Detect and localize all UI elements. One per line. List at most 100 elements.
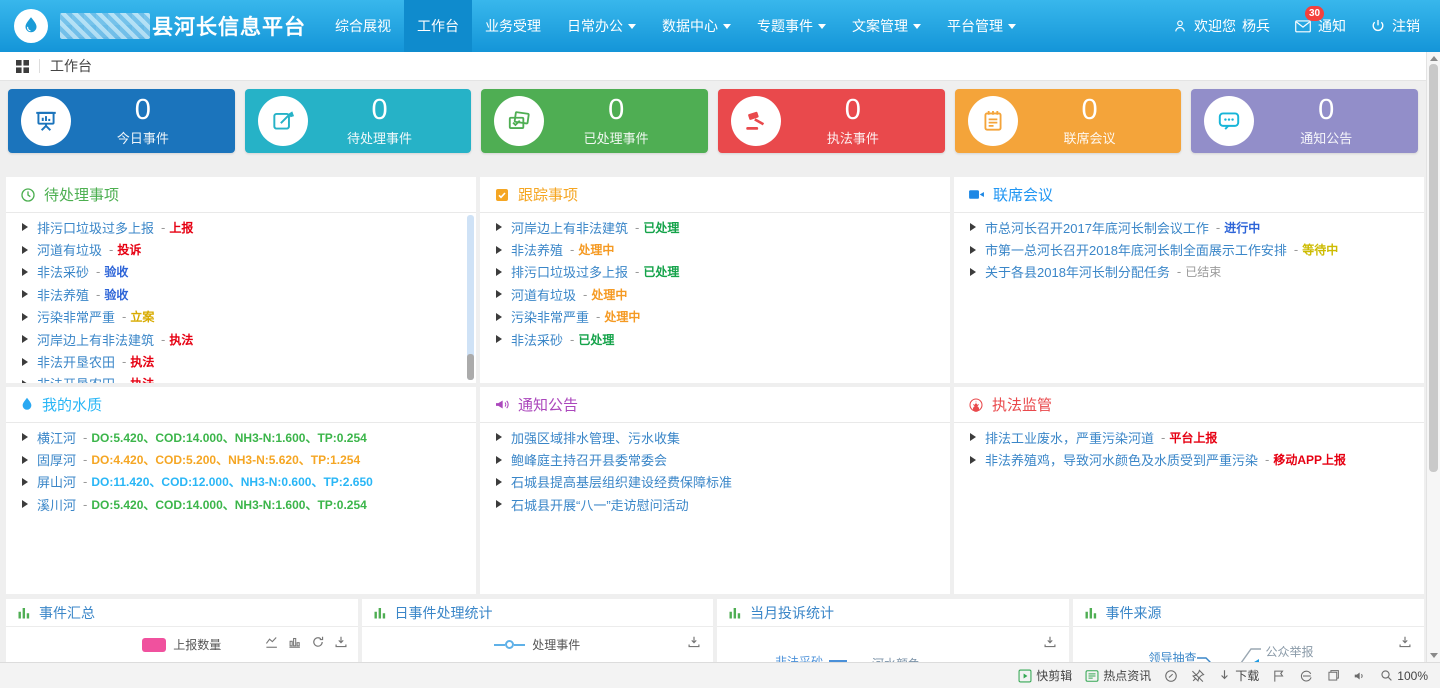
report-flag-icon[interactable] [1272, 669, 1286, 683]
scrollbar-thumb[interactable] [1429, 64, 1438, 472]
caret-right-icon [22, 433, 28, 441]
browser-tool-circle-icon[interactable] [1164, 669, 1178, 683]
water-item[interactable]: 横江河-DO:5.420、COD:14.000、NH3-N:1.600、TP:0… [22, 426, 460, 448]
download-manager-button[interactable]: 下载 [1218, 667, 1259, 684]
caret-right-icon [496, 313, 502, 321]
user-icon [1172, 18, 1188, 34]
chart-title: 事件汇总 [39, 603, 95, 623]
caret-right-icon [970, 246, 976, 254]
caret-down-icon [818, 24, 826, 29]
chart-monthly-complaints: 当月投诉统计 非法采砂 河水颜色 [717, 599, 1069, 662]
pending-item[interactable]: 河岸边上有非法建筑-执法 [22, 328, 460, 350]
card-today-events[interactable]: 0 今日事件 [8, 89, 235, 153]
nav-item-data-center[interactable]: 数据中心 [649, 0, 744, 52]
caret-right-icon [22, 268, 28, 276]
page-scrollbar[interactable] [1426, 52, 1440, 662]
download-icon[interactable] [687, 635, 701, 649]
pending-item[interactable]: 非法开垦农田-执法 [22, 350, 460, 372]
nav-item-special-events[interactable]: 专题事件 [744, 0, 839, 52]
platform-title: 县河长信息平台 [152, 11, 306, 41]
caret-right-icon [496, 246, 502, 254]
pending-item[interactable]: 排污口垃圾过多上报-上报 [22, 216, 460, 238]
pending-item[interactable]: 河道有垃圾-投诉 [22, 238, 460, 260]
card-notices[interactable]: 0 通知公告 [1191, 89, 1418, 153]
window-restore-icon[interactable] [1327, 669, 1340, 682]
nav-item-document-mgmt[interactable]: 文案管理 [839, 0, 934, 52]
username: 杨兵 [1242, 16, 1270, 36]
card-value: 0 [1018, 95, 1162, 125]
tracking-item[interactable]: 河道有垃圾-处理中 [496, 283, 934, 305]
panel-joint-meetings: 联席会议 市总河长召开2017年底河长制会议工作-进行中 市第一总河长召开201… [954, 177, 1424, 383]
water-item[interactable]: 固厚河-DO:4.420、COD:5.200、NH3-N:5.620、TP:1.… [22, 448, 460, 470]
chart-title: 日事件处理统计 [395, 603, 493, 623]
caret-right-icon [970, 456, 976, 464]
card-joint-meetings[interactable]: 0 联席会议 [955, 89, 1182, 153]
pending-item[interactable]: 非法养殖-验收 [22, 283, 460, 305]
nav-item-platform-mgmt[interactable]: 平台管理 [934, 0, 1029, 52]
pending-item[interactable]: 非法开垦农田-执法 [22, 373, 460, 383]
enforcement-item[interactable]: 排法工业废水，严重污染河道-平台上报 [970, 426, 1408, 448]
meeting-item[interactable]: 市总河长召开2017年底河长制会议工作-进行中 [970, 216, 1408, 238]
nav-item-workbench[interactable]: 工作台 [404, 0, 472, 52]
caret-right-icon [22, 380, 28, 383]
tracking-item[interactable]: 污染非常严重-处理中 [496, 306, 934, 328]
gavel-icon [731, 96, 781, 146]
card-enforcement-events[interactable]: 0 执法事件 [718, 89, 945, 153]
notice-item[interactable]: 石城县提高基层组织建设经费保障标准 [496, 471, 934, 493]
pending-item[interactable]: 污染非常严重-立案 [22, 306, 460, 328]
water-item[interactable]: 屏山河-DO:11.420、COD:12.000、NH3-N:0.600、TP:… [22, 471, 460, 493]
caret-right-icon [496, 268, 502, 276]
ie-compat-mode-icon[interactable] [1299, 669, 1314, 683]
nav-item-overview[interactable]: 综合展视 [322, 0, 404, 52]
scroll-down-arrow[interactable] [1430, 653, 1438, 658]
scroll-up-arrow[interactable] [1430, 56, 1438, 61]
cards-check-icon [494, 96, 544, 146]
bar-chart-toggle-icon[interactable] [288, 635, 302, 649]
quick-editor-button[interactable]: 快剪辑 [1018, 667, 1072, 684]
volume-icon[interactable] [1353, 669, 1367, 683]
notifications-button[interactable]: 30 通知 [1294, 16, 1346, 36]
legend-label: 处理事件 [532, 636, 580, 653]
panel-notices: 通知公告 加强区域排水管理、污水收集 鲍峰庭主持召开县委常委会 石城县提高基层组… [480, 387, 950, 594]
card-processed-events[interactable]: 0 已处理事件 [481, 89, 708, 153]
tracking-item[interactable]: 非法养殖-处理中 [496, 238, 934, 260]
user-welcome[interactable]: 欢迎您 杨兵 [1172, 16, 1270, 36]
play-square-icon [1018, 669, 1032, 683]
tracking-item[interactable]: 排污口垃圾过多上报-已处理 [496, 261, 934, 283]
logout-button[interactable]: 注销 [1370, 16, 1420, 36]
caret-right-icon [496, 456, 502, 464]
notice-item[interactable]: 加强区域排水管理、污水收集 [496, 426, 934, 448]
stat-cards-row: 0 今日事件 0 待处理事件 0 已处理事件 [8, 89, 1418, 153]
panel-law-enforcement: 执法监管 排法工业废水，严重污染河道-平台上报 非法养殖鸡，导致河水颜色及水质受… [954, 387, 1424, 594]
panel-scrollbar[interactable] [467, 215, 474, 380]
nav-item-business[interactable]: 业务受理 [472, 0, 554, 52]
download-icon[interactable] [1398, 635, 1412, 649]
pending-item[interactable]: 非法采砂-验收 [22, 261, 460, 283]
nav-item-daily-office[interactable]: 日常办公 [554, 0, 649, 52]
zoom-level[interactable]: 100% [1380, 669, 1428, 683]
meeting-item[interactable]: 关于各县2018年河长制分配任务-已结束 [970, 261, 1408, 283]
line-chart-toggle-icon[interactable] [265, 635, 279, 649]
tracking-item[interactable]: 河岸边上有非法建筑-已处理 [496, 216, 934, 238]
legend-label: 上报数量 [173, 636, 221, 653]
card-label: 执法事件 [781, 128, 925, 147]
chart-legend[interactable]: 处理事件 [362, 636, 714, 653]
meeting-item[interactable]: 市第一总河长召开2018年底河长制全面展示工作安排-等待中 [970, 238, 1408, 260]
card-pending-events[interactable]: 0 待处理事件 [245, 89, 472, 153]
download-icon[interactable] [334, 635, 348, 649]
notice-item[interactable]: 鲍峰庭主持召开县委常委会 [496, 448, 934, 470]
download-icon[interactable] [1043, 635, 1057, 649]
bar-chart-icon [1084, 605, 1099, 620]
hot-news-button[interactable]: 热点资讯 [1085, 667, 1151, 684]
water-item[interactable]: 溪川河-DO:5.420、COD:14.000、NH3-N:1.600、TP:0… [22, 493, 460, 515]
notice-item[interactable]: 石城县开展“八一”走访慰问活动 [496, 493, 934, 515]
tracking-item[interactable]: 非法采砂-已处理 [496, 328, 934, 350]
caret-right-icon [22, 335, 28, 343]
panel-pending-matters: 待处理事项 排污口垃圾过多上报-上报 河道有垃圾-投诉 非法采砂-验收 非法养殖… [6, 177, 476, 383]
grid-icon[interactable] [16, 60, 29, 73]
caret-right-icon [22, 246, 28, 254]
refresh-icon[interactable] [311, 635, 325, 649]
bar-chart-icon [17, 605, 32, 620]
do-not-disturb-pin-icon[interactable] [1191, 669, 1205, 683]
enforcement-item[interactable]: 非法养殖鸡，导致河水颜色及水质受到严重污染-移动APP上报 [970, 448, 1408, 470]
